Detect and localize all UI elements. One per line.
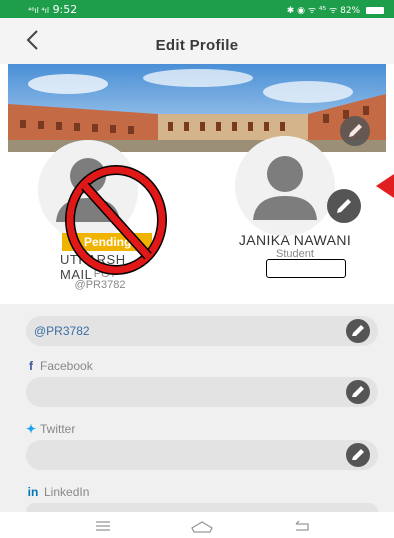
- back-nav-icon: [295, 520, 309, 531]
- linkedin-field[interactable]: [26, 503, 378, 512]
- arrow-icon: [376, 174, 394, 198]
- username-edit-button[interactable]: [346, 319, 370, 343]
- status-badge: Pending: [62, 233, 152, 251]
- clock: 9:52: [52, 3, 78, 16]
- app-bar: Edit Profile: [0, 18, 394, 64]
- username-value: @PR3782: [34, 324, 90, 338]
- cover-edit-button[interactable]: [340, 116, 370, 146]
- twitter-label: ✦ Twitter: [26, 422, 76, 436]
- twitter-edit-button[interactable]: [346, 443, 370, 467]
- home-icon: [191, 521, 213, 533]
- system-nav-bar: [0, 512, 394, 538]
- pencil-icon: [352, 449, 364, 460]
- pencil-icon: [352, 386, 364, 397]
- cover-photo: [8, 64, 386, 152]
- battery-icon: [366, 7, 384, 14]
- facebook-field[interactable]: [26, 377, 378, 407]
- user-silhouette-icon: [235, 136, 335, 236]
- username-field[interactable]: @PR3782: [26, 316, 378, 346]
- facebook-icon: f: [29, 359, 33, 373]
- linkedin-label: in LinkedIn: [27, 485, 90, 499]
- menu-icon: [96, 521, 110, 531]
- redaction-box: [266, 259, 346, 278]
- avatar-edit-button[interactable]: [327, 189, 361, 223]
- avatar: [38, 140, 138, 240]
- user-silhouette-icon: [38, 140, 138, 240]
- twitter-icon: ✦: [26, 422, 37, 436]
- user-handle: @PR3782: [74, 279, 126, 291]
- pencil-icon: [352, 325, 364, 336]
- profile-name: JANIKA NAWANI: [238, 232, 352, 248]
- home-button[interactable]: [190, 518, 214, 534]
- pencil-icon: [349, 124, 362, 137]
- avatar: [235, 136, 335, 236]
- battery-percent: 82%: [340, 6, 361, 16]
- status-bar: ⁴⁶ıl ⁴ıl 9:52 ✱ ◉ ᯤ ⁴⁵ ᯤ 82%: [0, 0, 394, 18]
- pencil-icon: [337, 199, 351, 213]
- facebook-label: f Facebook: [26, 359, 93, 373]
- menu-button[interactable]: [93, 518, 113, 534]
- page-title: Edit Profile: [155, 37, 239, 54]
- twitter-field[interactable]: [26, 440, 378, 470]
- facebook-edit-button[interactable]: [346, 380, 370, 404]
- status-icons: ✱ ◉ ᯤ ⁴⁵ ᯤ: [286, 6, 338, 16]
- linkedin-icon: in: [27, 485, 39, 499]
- back-nav-button[interactable]: [292, 518, 312, 534]
- signal-indicator: ⁴⁶ıl ⁴ıl: [28, 6, 50, 15]
- social-links-form: @PR3782 f Facebook ✦ Twitter in LinkedIn: [0, 304, 394, 512]
